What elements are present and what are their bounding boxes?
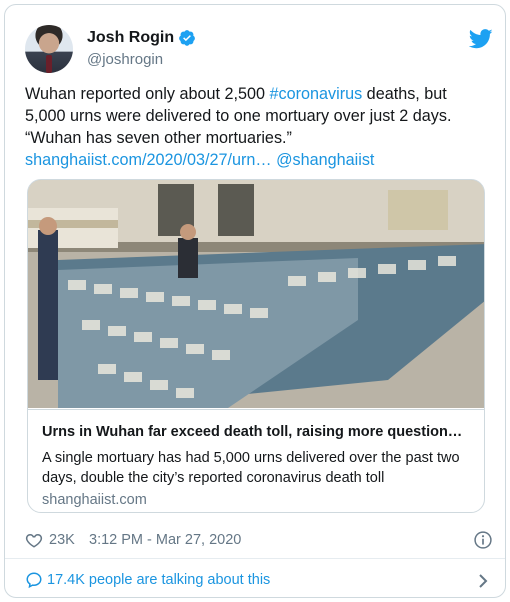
verified-badge-icon [179, 30, 196, 46]
tweet-timestamp[interactable]: 3:12 PM - Mar 27, 2020 [89, 532, 241, 548]
link-card-description: A single mortuary has had 5,000 urns del… [42, 450, 460, 486]
avatar[interactable] [25, 25, 73, 73]
author-name-row[interactable]: Josh Rogin [87, 29, 196, 47]
tweet-header: Josh Rogin @joshrogin [25, 25, 495, 73]
comment-bubble-icon [26, 572, 42, 589]
tweet-text: Wuhan reported only about 2,500 #coronav… [25, 83, 491, 171]
conversation-text[interactable]: 17.4K people are talking about this [47, 572, 270, 588]
article-photo[interactable] [28, 180, 485, 408]
twitter-bird-icon[interactable] [469, 29, 493, 49]
hashtag-link[interactable]: #coronavirus [270, 85, 363, 103]
chevron-right-icon[interactable] [477, 573, 489, 589]
mention-link[interactable]: @shanghaiist [276, 151, 374, 169]
heart-icon[interactable] [25, 531, 43, 549]
tweet-text-part: Wuhan reported only about 2,500 [25, 85, 270, 103]
info-icon[interactable] [473, 530, 493, 550]
author-name[interactable]: Josh Rogin [87, 29, 174, 47]
link-preview-card[interactable]: Urns in Wuhan far exceed death toll, rai… [27, 179, 485, 513]
tweet-meta: 23K 3:12 PM - Mar 27, 2020 [25, 529, 495, 553]
like-count[interactable]: 23K [49, 532, 75, 548]
article-link[interactable]: shanghaiist.com/2020/03/27/urn… [25, 151, 272, 169]
link-card-body[interactable]: Urns in Wuhan far exceed death toll, rai… [28, 409, 484, 512]
link-card-domain: shanghaiist.com [42, 492, 147, 508]
conversation-link[interactable]: 17.4K people are talking about this [25, 569, 495, 593]
link-card-title[interactable]: Urns in Wuhan far exceed death toll, rai… [42, 424, 472, 440]
divider [5, 558, 505, 559]
tweet-card: Josh Rogin @joshrogin Wuhan reported onl… [4, 4, 506, 598]
author-handle[interactable]: @joshrogin [87, 51, 163, 68]
